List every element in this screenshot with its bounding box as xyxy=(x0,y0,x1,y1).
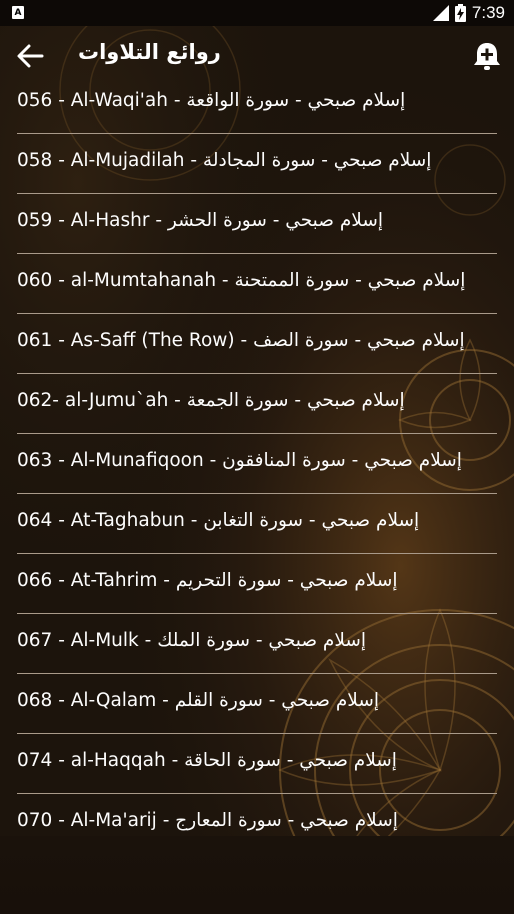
list-item-label: 060 - al-Mumtahanah - إسلام صبحي - سورة … xyxy=(17,270,466,291)
list-item[interactable]: 058 - Al-Mujadilah - إسلام صبحي - سورة ا… xyxy=(0,134,514,194)
list-item-label: 068 - Al-Qalam - إسلام صبحي - سورة القلم xyxy=(17,690,379,711)
status-bar: A 7:39 xyxy=(0,0,514,26)
list-item[interactable]: 074 - al-Haqqah - إسلام صبحي - سورة الحا… xyxy=(0,734,514,794)
list-item[interactable]: 066 - At-Tahrim - إسلام صبحي - سورة التح… xyxy=(0,554,514,614)
list-item-label: 059 - Al-Hashr - إسلام صبحي - سورة الحشر xyxy=(17,210,383,231)
list-item[interactable]: 062- al-Jumu`ah - إسلام صبحي - سورة الجم… xyxy=(0,374,514,434)
bottom-area xyxy=(0,836,514,914)
list-item[interactable]: 060 - al-Mumtahanah - إسلام صبحي - سورة … xyxy=(0,254,514,314)
bell-plus-icon[interactable] xyxy=(472,40,502,72)
list-item[interactable]: 063 - Al-Munafiqoon - إسلام صبحي - سورة … xyxy=(0,434,514,494)
page-title: روائع التلاوات xyxy=(78,40,221,64)
notification-icon: A xyxy=(12,6,24,19)
status-time: 7:39 xyxy=(471,3,505,22)
list-item-label: 056 - Al-Waqi'ah - إسلام صبحي - سورة الو… xyxy=(17,90,406,111)
list-item[interactable]: 056 - Al-Waqi'ah - إسلام صبحي - سورة الو… xyxy=(0,74,514,134)
track-list: 056 - Al-Waqi'ah - إسلام صبحي - سورة الو… xyxy=(0,74,514,836)
signal-icon xyxy=(432,5,449,21)
list-item-label: 074 - al-Haqqah - إسلام صبحي - سورة الحا… xyxy=(17,750,397,771)
list-item[interactable]: 068 - Al-Qalam - إسلام صبحي - سورة القلم xyxy=(0,674,514,734)
list-item-label: 066 - At-Tahrim - إسلام صبحي - سورة التح… xyxy=(17,570,398,591)
list-item-label: 070 - Al-Ma'arij - إسلام صبحي - سورة الم… xyxy=(17,810,398,831)
list-item-label: 063 - Al-Munafiqoon - إسلام صبحي - سورة … xyxy=(17,450,462,471)
list-item[interactable]: 067 - Al-Mulk - إسلام صبحي - سورة الملك xyxy=(0,614,514,674)
list-item-label: 058 - Al-Mujadilah - إسلام صبحي - سورة ا… xyxy=(17,150,432,171)
list-item[interactable]: 064 - At-Taghabun - إسلام صبحي - سورة ال… xyxy=(0,494,514,554)
arrow-left-icon[interactable] xyxy=(14,40,46,72)
list-item[interactable]: 070 - Al-Ma'arij - إسلام صبحي - سورة الم… xyxy=(0,794,514,836)
list-item-label: 064 - At-Taghabun - إسلام صبحي - سورة ال… xyxy=(17,510,420,531)
status-icons: 7:39 xyxy=(432,0,505,26)
list-item-label: 061 - As-Saff (The Row) - إسلام صبحي - س… xyxy=(17,330,465,351)
list-item[interactable]: 061 - As-Saff (The Row) - إسلام صبحي - س… xyxy=(0,314,514,374)
list-item[interactable]: 059 - Al-Hashr - إسلام صبحي - سورة الحشر xyxy=(0,194,514,254)
battery-charging-icon xyxy=(454,4,466,22)
list-item-label: 067 - Al-Mulk - إسلام صبحي - سورة الملك xyxy=(17,630,367,651)
list-item-label: 062- al-Jumu`ah - إسلام صبحي - سورة الجم… xyxy=(17,390,405,411)
